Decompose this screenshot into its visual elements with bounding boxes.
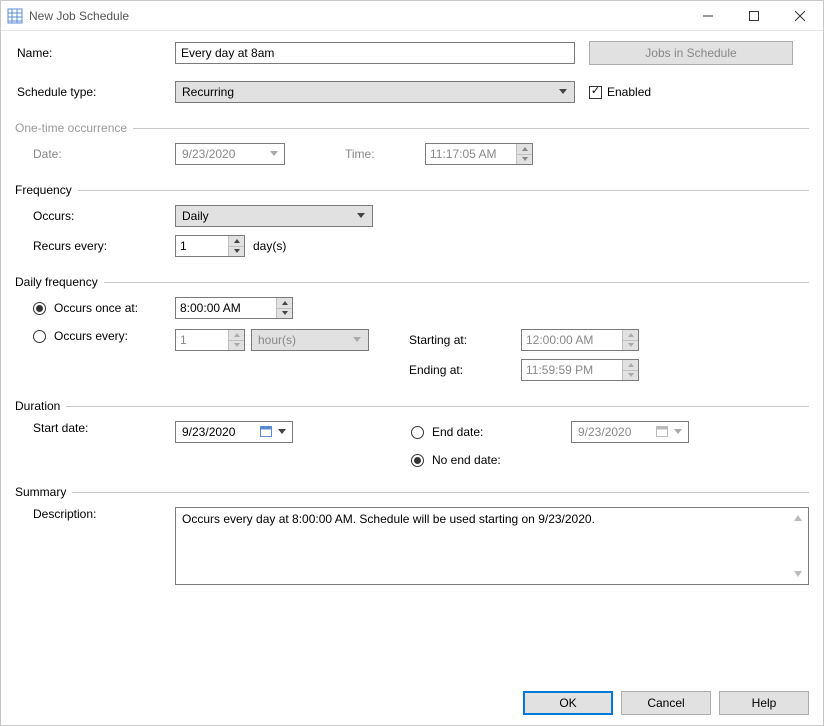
calendar-icon — [656, 425, 670, 439]
help-button[interactable]: Help — [719, 691, 809, 715]
no-end-date-radio[interactable]: No end date: — [411, 453, 571, 467]
spin-down-icon — [229, 341, 244, 351]
one-time-date-label: Date: — [15, 147, 175, 161]
occurs-select[interactable]: Daily — [175, 205, 373, 227]
spin-down-icon[interactable] — [229, 247, 244, 257]
ending-at-spinner: 11:59:59 PM — [521, 359, 639, 381]
enabled-checkbox[interactable]: Enabled — [589, 85, 651, 99]
ending-at-label: Ending at: — [409, 363, 521, 377]
radio-icon — [411, 454, 424, 467]
spin-down-icon — [623, 371, 638, 381]
maximize-button[interactable] — [731, 1, 777, 31]
one-time-time-label: Time: — [285, 147, 425, 161]
scroll-down-icon[interactable] — [790, 566, 806, 582]
ok-button[interactable]: OK — [523, 691, 613, 715]
spin-down-icon — [517, 155, 532, 165]
occurs-once-at-time-spinner[interactable]: 8:00:00 AM — [175, 297, 293, 319]
one-time-group-header: One-time occurrence — [15, 121, 809, 135]
frequency-group-header: Frequency — [15, 183, 809, 197]
spin-down-icon[interactable] — [277, 309, 292, 319]
scroll-up-icon[interactable] — [790, 510, 806, 526]
occurs-label: Occurs: — [15, 209, 175, 223]
recurs-every-label: Recurs every: — [15, 239, 175, 253]
name-input[interactable] — [175, 42, 575, 64]
chevron-down-icon — [556, 89, 570, 95]
occurs-every-radio[interactable]: Occurs every: — [15, 329, 175, 343]
spin-up-icon — [623, 330, 638, 341]
occurs-once-at-radio[interactable]: Occurs once at: — [15, 301, 175, 315]
chevron-down-icon — [354, 213, 368, 219]
end-date-radio[interactable]: End date: — [411, 425, 571, 439]
description-label: Description: — [15, 507, 175, 521]
spin-up-icon[interactable] — [229, 236, 244, 247]
description-textarea[interactable]: Occurs every day at 8:00:00 AM. Schedule… — [175, 507, 809, 585]
spin-up-icon[interactable] — [277, 298, 292, 309]
one-time-date-picker: 9/23/2020 — [175, 143, 285, 165]
chevron-down-icon — [270, 151, 280, 157]
title-bar: New Job Schedule — [1, 1, 823, 31]
starting-at-spinner: 12:00:00 AM — [521, 329, 639, 351]
chevron-down-icon — [674, 429, 684, 435]
spin-up-icon — [623, 360, 638, 371]
schedule-type-value: Recurring — [182, 85, 556, 99]
close-button[interactable] — [777, 1, 823, 31]
calendar-icon — [260, 425, 274, 439]
cancel-button[interactable]: Cancel — [621, 691, 711, 715]
schedule-type-select[interactable]: Recurring — [175, 81, 575, 103]
radio-icon — [33, 302, 46, 315]
start-date-label: Start date: — [15, 421, 175, 435]
recurs-every-spinner[interactable]: 1 — [175, 235, 245, 257]
summary-group-header: Summary — [15, 485, 809, 499]
spin-up-icon — [517, 144, 532, 155]
spin-down-icon — [623, 341, 638, 351]
minimize-button[interactable] — [685, 1, 731, 31]
schedule-type-label: Schedule type: — [15, 85, 175, 99]
radio-icon — [411, 426, 424, 439]
occurs-every-value-spinner: 1 — [175, 329, 245, 351]
days-unit-label: day(s) — [245, 239, 286, 253]
app-icon — [7, 8, 23, 24]
window-title: New Job Schedule — [29, 9, 129, 23]
start-date-picker[interactable]: 9/23/2020 — [175, 421, 293, 443]
occurs-every-unit-select: hour(s) — [251, 329, 369, 351]
one-time-time-spinner: 11:17:05 AM — [425, 143, 533, 165]
enabled-label: Enabled — [607, 85, 651, 99]
chevron-down-icon — [278, 429, 288, 435]
end-date-picker: 9/23/2020 — [571, 421, 689, 443]
chevron-down-icon — [350, 337, 364, 343]
spin-up-icon — [229, 330, 244, 341]
name-label: Name: — [15, 46, 175, 60]
daily-frequency-group-header: Daily frequency — [15, 275, 809, 289]
dialog-footer: OK Cancel Help — [1, 683, 823, 725]
jobs-in-schedule-button: Jobs in Schedule — [589, 41, 793, 65]
checkbox-icon — [589, 86, 602, 99]
starting-at-label: Starting at: — [409, 333, 521, 347]
radio-icon — [33, 330, 46, 343]
duration-group-header: Duration — [15, 399, 809, 413]
